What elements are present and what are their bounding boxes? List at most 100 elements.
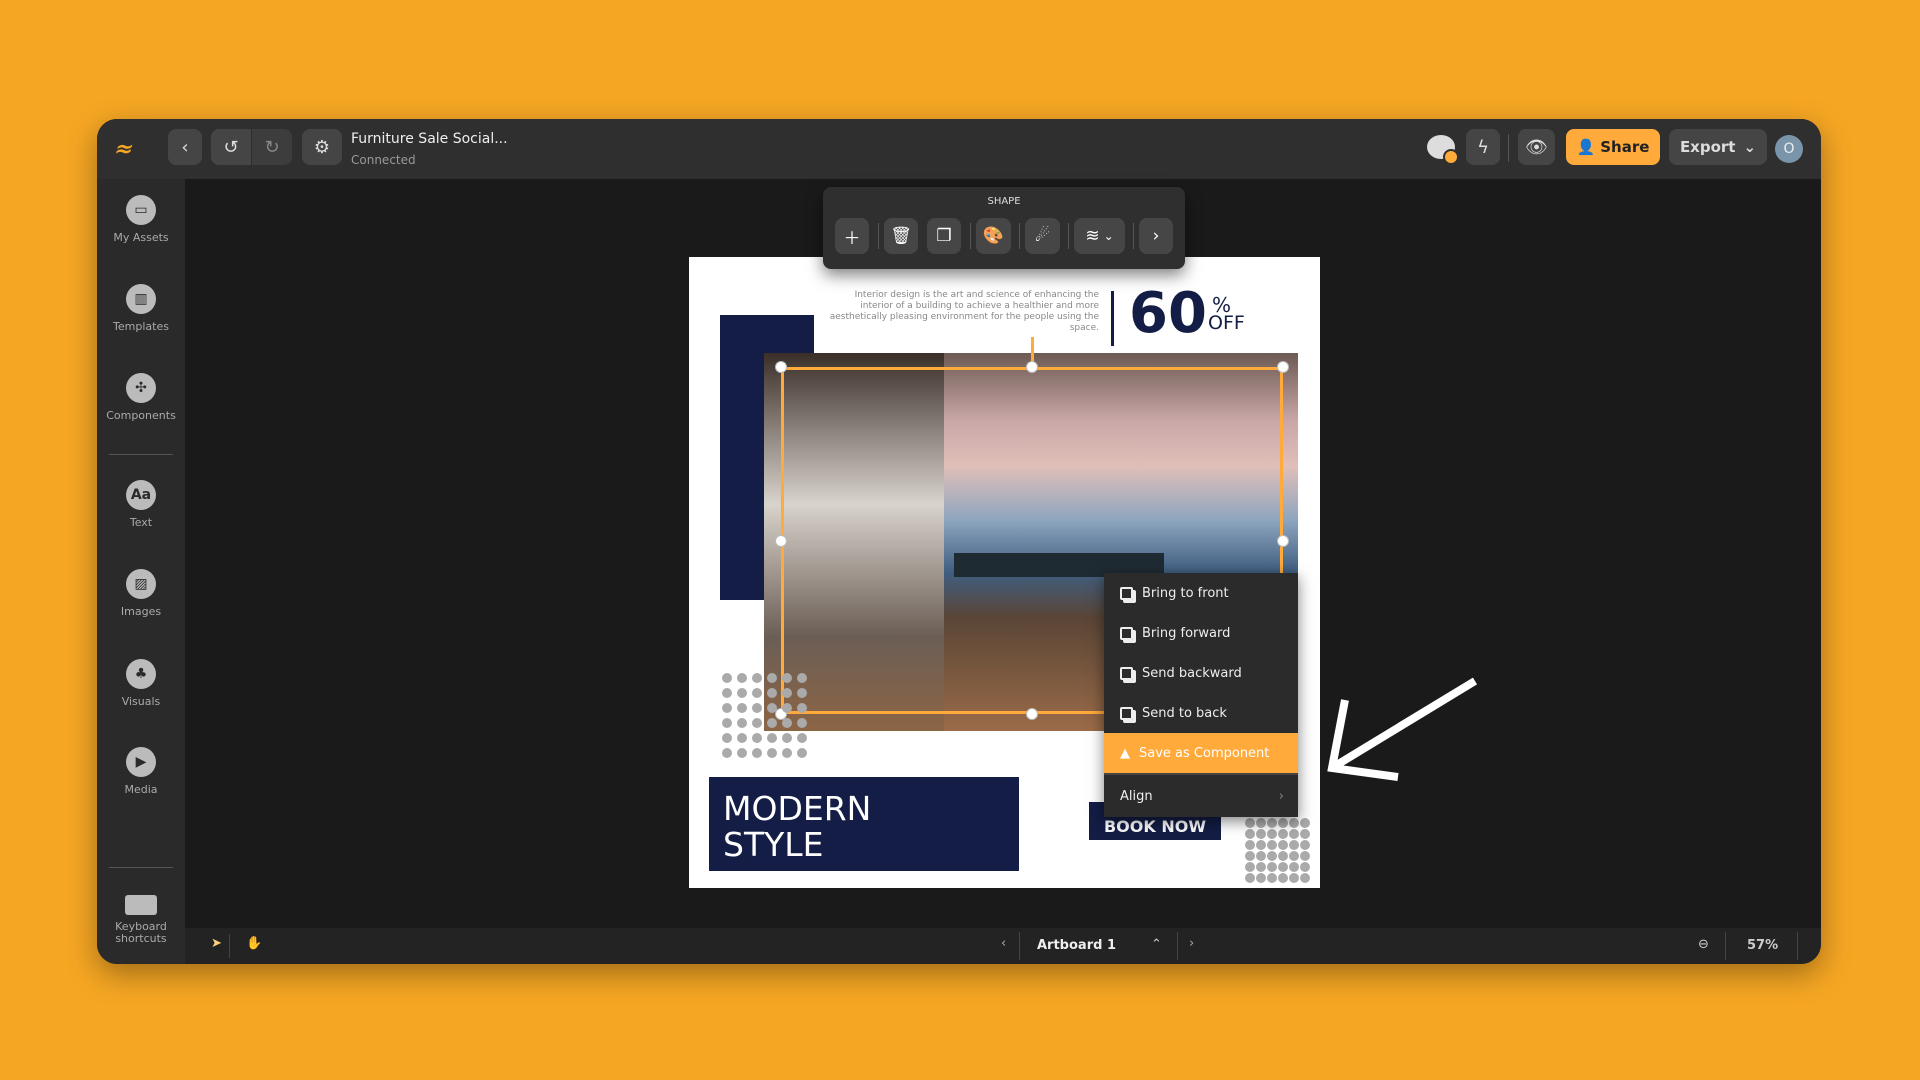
templates-icon: ▥ — [126, 284, 156, 314]
pattern-dot — [1300, 818, 1310, 828]
sidebar-label: My Assets — [113, 231, 169, 244]
animate-button[interactable]: ☄ — [1025, 218, 1060, 254]
pattern-dot — [722, 673, 732, 683]
dot-pattern-right — [1245, 818, 1315, 883]
sidebar-item-templates[interactable]: ▥ Templates — [97, 284, 185, 333]
sidebar-label: Keyboard shortcuts — [115, 920, 167, 945]
sidebar-item-my-assets[interactable]: ▭ My Assets — [97, 195, 185, 244]
menu-item-send-to-back[interactable]: Send to back — [1104, 693, 1298, 733]
paragraph-text[interactable]: Interior design is the art and science o… — [829, 290, 1099, 334]
artboard-name[interactable]: Artboard 1 — [1037, 938, 1116, 953]
toolbar-divider — [1068, 223, 1069, 249]
menu-label: Bring to front — [1142, 585, 1229, 601]
resize-handle[interactable] — [775, 361, 787, 373]
pattern-dot — [1289, 829, 1299, 839]
layers-icon: ≋ — [1085, 226, 1100, 246]
pattern-dot — [782, 733, 792, 743]
pattern-dot — [1300, 829, 1310, 839]
sidebar-item-visuals[interactable]: ♣ Visuals — [97, 659, 185, 708]
lightning-button[interactable]: ϟ — [1466, 129, 1500, 165]
image-icon: ▨ — [126, 569, 156, 599]
zoom-level[interactable]: 57% — [1747, 938, 1778, 953]
settings-button[interactable]: ⚙ — [302, 129, 342, 165]
resize-handle[interactable] — [1277, 361, 1289, 373]
resize-handle[interactable] — [1277, 535, 1289, 547]
toolbar-divider — [1019, 223, 1020, 249]
resize-handle[interactable] — [775, 535, 787, 547]
menu-item-send-backward[interactable]: Send backward — [1104, 653, 1298, 693]
menu-item-save-as-component[interactable]: ▲ Save as Component — [1104, 733, 1298, 773]
sidebar-item-images[interactable]: ▨ Images — [97, 569, 185, 618]
bottom-divider — [1797, 932, 1798, 960]
undo-button[interactable]: ↺ — [211, 129, 251, 165]
pattern-dot — [767, 703, 777, 713]
menu-item-bring-forward[interactable]: Bring forward — [1104, 613, 1298, 653]
previous-artboard-button[interactable]: ‹ — [1001, 936, 1006, 951]
keyboard-shortcuts-button[interactable]: Keyboard shortcuts — [97, 895, 185, 945]
next-artboard-button[interactable]: › — [1189, 936, 1194, 951]
comments-icon[interactable] — [1427, 135, 1459, 165]
sidebar-item-media[interactable]: ▶ Media — [97, 747, 185, 796]
bring-to-front-icon — [1120, 586, 1133, 600]
headline-line-2: STYLE — [723, 825, 824, 864]
pointer-tool-icon[interactable]: ➤ — [211, 936, 222, 951]
sidebar-label: Media — [124, 783, 158, 796]
chevron-down-icon: ⌄ — [1743, 138, 1757, 156]
editor-window: ≈ ‹ ↺ ↻ ⚙ Furniture Sale Social... Conne… — [97, 119, 1821, 964]
menu-item-bring-to-front[interactable]: Bring to front — [1104, 573, 1298, 613]
duplicate-button[interactable]: ❐ — [927, 218, 961, 254]
sidebar-label: Text — [129, 516, 153, 529]
share-button[interactable]: 👤 Share — [1566, 129, 1660, 165]
avatar[interactable]: O — [1775, 135, 1803, 163]
pattern-dot — [752, 673, 762, 683]
resize-handle[interactable] — [1026, 708, 1038, 720]
pattern-dot — [1289, 840, 1299, 850]
menu-label: Send to back — [1142, 705, 1227, 721]
menu-item-align[interactable]: Align › — [1104, 775, 1298, 817]
redo-button[interactable]: ↻ — [252, 129, 292, 165]
headline-line-1: MODERN — [723, 789, 872, 828]
color-button[interactable]: 🎨 — [976, 218, 1011, 254]
pattern-dot — [1256, 829, 1266, 839]
pattern-dot — [782, 748, 792, 758]
pattern-dot — [1300, 873, 1310, 883]
shape-toolbar: SHAPE ＋ 🗑 ❐ 🎨 ☄ ≋ ⌄ › — [823, 187, 1185, 269]
pattern-dot — [1256, 862, 1266, 872]
preview-button[interactable]: 👁 — [1518, 129, 1555, 165]
pattern-dot — [752, 703, 762, 713]
pattern-dot — [767, 688, 777, 698]
chevron-up-icon[interactable]: ⌃ — [1151, 937, 1162, 952]
sidebar-divider — [109, 454, 173, 455]
sidebar-label: Components — [106, 409, 176, 422]
pattern-dot — [752, 718, 762, 728]
keyboard-icon — [125, 895, 157, 915]
visuals-icon: ♣ — [126, 659, 156, 689]
delete-button[interactable]: 🗑 — [884, 218, 918, 254]
hand-tool-icon[interactable]: ✋ — [246, 936, 262, 951]
add-user-icon: 👤 — [1576, 138, 1596, 156]
export-button[interactable]: Export ⌄ — [1669, 129, 1767, 165]
zoom-out-icon[interactable]: ⊖ — [1698, 937, 1709, 952]
pattern-dot — [1289, 818, 1299, 828]
sidebar-item-components[interactable]: ✣ Components — [97, 373, 185, 422]
shapes-icon: ▲ — [1120, 745, 1130, 761]
pattern-dot — [737, 733, 747, 743]
chevron-right-icon: › — [1278, 788, 1284, 804]
sidebar-item-text[interactable]: Aa Text — [97, 480, 185, 529]
bring-forward-icon — [1120, 626, 1133, 640]
discount-number[interactable]: 60 — [1129, 281, 1207, 346]
resize-handle[interactable] — [1026, 361, 1038, 373]
pattern-dot — [737, 718, 747, 728]
headline-box[interactable]: MODERN STYLE — [709, 777, 1019, 871]
pattern-dot — [722, 718, 732, 728]
pattern-dot — [752, 733, 762, 743]
components-icon: ✣ — [126, 373, 156, 403]
back-button[interactable]: ‹ — [168, 129, 202, 165]
menu-label: Align — [1120, 788, 1153, 804]
toolbar-divider — [1133, 223, 1134, 249]
more-button[interactable]: › — [1139, 218, 1173, 254]
layers-dropdown[interactable]: ≋ ⌄ — [1074, 218, 1125, 254]
document-title[interactable]: Furniture Sale Social... — [351, 131, 508, 147]
header-divider — [1508, 134, 1509, 162]
add-button[interactable]: ＋ — [835, 218, 869, 254]
